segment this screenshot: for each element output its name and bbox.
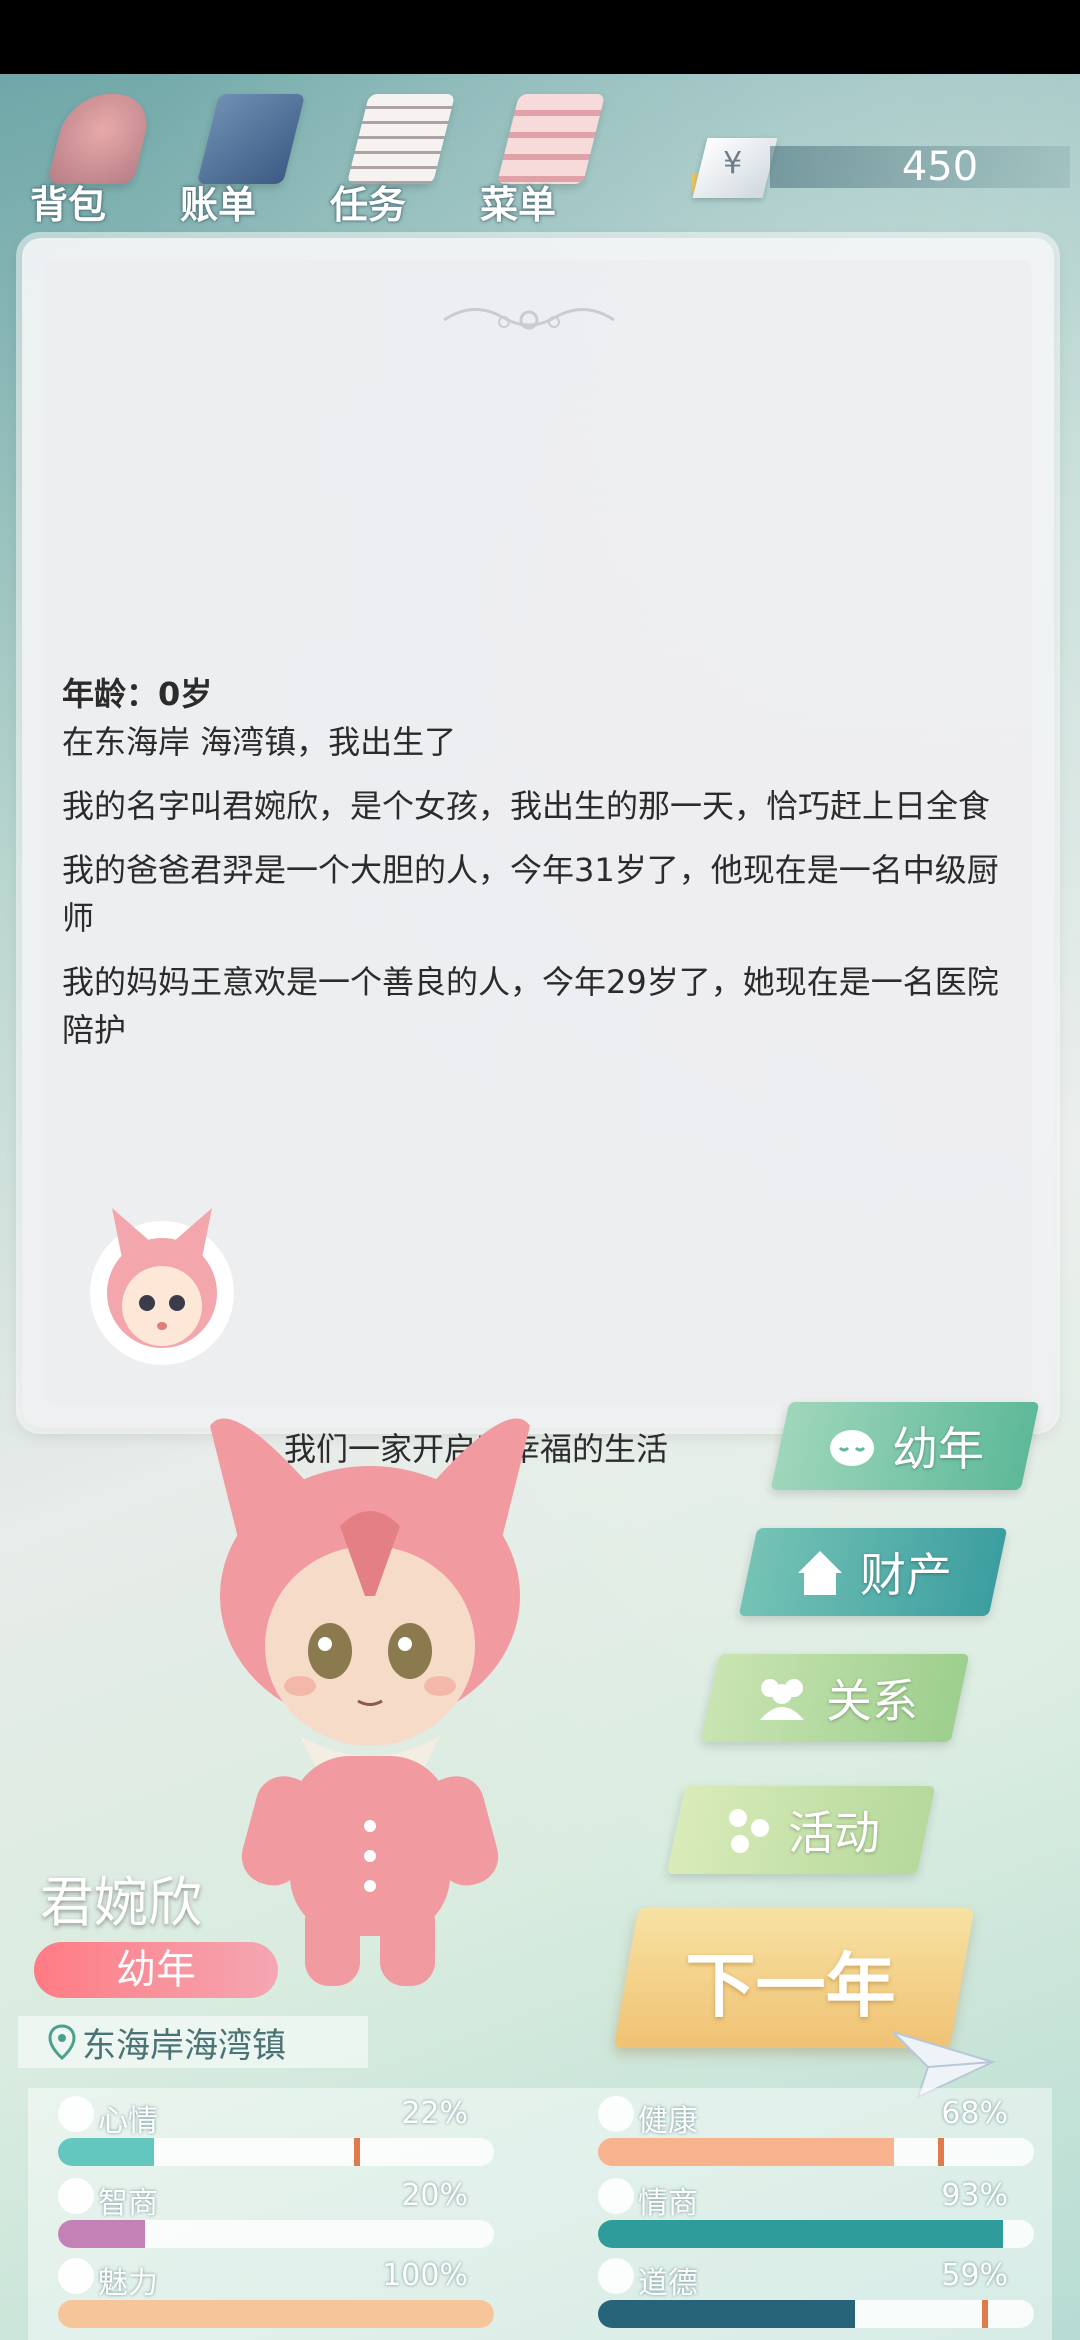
location-text: 东海岸海湾镇 xyxy=(82,2025,286,2066)
stat-bar xyxy=(58,2138,494,2166)
stat-value: 22% xyxy=(401,2096,468,2131)
stat-bar-fill xyxy=(58,2300,494,2328)
stat-marker xyxy=(938,2138,945,2166)
stat-marker xyxy=(354,2138,361,2166)
people-icon xyxy=(760,1679,804,1720)
menu-button[interactable]: 菜单 xyxy=(480,88,610,227)
stat-label: 智商 xyxy=(98,2186,158,2221)
story-text: 年龄：0岁 在东海岸 海湾镇，我出生了 我的名字叫君婉欣，是个女孩，我出生的那一… xyxy=(62,670,1022,1070)
activity-icon xyxy=(729,1809,769,1853)
task-icon xyxy=(346,94,456,184)
mood-icon xyxy=(58,2096,94,2132)
currency-icon: ¥ xyxy=(692,138,778,198)
star-icon xyxy=(58,2258,94,2294)
stat-bar xyxy=(58,2220,494,2248)
story-line: 我的爸爸君羿是一个大胆的人，今年31岁了，他现在是一名中级厨师 xyxy=(62,851,999,937)
assets-button-label: 财产 xyxy=(860,1548,952,1602)
stage-button-label: 幼年 xyxy=(892,1422,984,1476)
activities-button[interactable]: 活动 xyxy=(666,1786,936,1874)
baby-icon xyxy=(830,1430,874,1466)
stat-marker xyxy=(981,2300,988,2328)
character-name: 君婉欣 xyxy=(40,1871,202,1934)
stat-label: 魅力 xyxy=(98,2266,158,2301)
location-pin-icon xyxy=(48,2024,76,2060)
stat-mood: 心情 22% xyxy=(28,2092,494,2172)
stage-badge: 幼年 xyxy=(34,1942,278,1998)
menu-icon xyxy=(496,94,606,184)
ornament-icon xyxy=(443,308,615,330)
stat-bar-fill xyxy=(598,2220,1004,2248)
story-panel: 年龄：0岁 在东海岸 海湾镇，我出生了 我的名字叫君婉欣，是个女孩，我出生的那一… xyxy=(22,238,1054,1468)
bill-label: 账单 xyxy=(180,183,257,227)
stat-label: 心情 xyxy=(98,2104,158,2139)
stat-value: 68% xyxy=(941,2096,1008,2131)
scale-icon xyxy=(598,2258,634,2294)
stat-bar-fill xyxy=(598,2138,895,2166)
house-icon xyxy=(798,1551,842,1595)
stat-bar-fill xyxy=(58,2220,146,2248)
menu-label: 菜单 xyxy=(480,183,557,227)
stat-bar xyxy=(598,2220,1034,2248)
bill-icon xyxy=(196,94,306,184)
apple-icon xyxy=(598,2178,634,2214)
money-value: 450 xyxy=(901,144,979,190)
age-line: 年龄：0岁 xyxy=(62,675,213,713)
next-year-label: 下一年 xyxy=(685,1945,896,2027)
relations-button-label: 关系 xyxy=(826,1674,918,1728)
bag-button[interactable]: 背包 xyxy=(30,88,160,227)
task-label: 任务 xyxy=(330,183,407,227)
stat-bar xyxy=(598,2138,1034,2166)
story-line: 我的妈妈王意欢是一个善良的人，今年29岁了，她现在是一名医院陪护 xyxy=(62,963,999,1049)
activities-button-label: 活动 xyxy=(788,1806,880,1860)
stat-value: 20% xyxy=(401,2178,468,2213)
stage-button[interactable]: 幼年 xyxy=(770,1402,1040,1490)
relations-button[interactable]: 关系 xyxy=(700,1654,970,1742)
lightbulb-icon xyxy=(58,2178,94,2214)
stat-bar xyxy=(598,2300,1034,2328)
stat-label: 健康 xyxy=(638,2104,698,2139)
stat-bar-fill xyxy=(598,2300,856,2328)
stat-label: 情商 xyxy=(638,2186,698,2221)
stat-value: 100% xyxy=(382,2258,468,2293)
heart-icon xyxy=(598,2096,634,2132)
child-avatar xyxy=(90,1208,234,1365)
stat-bar xyxy=(58,2300,494,2328)
stat-charm: 魅力 100% xyxy=(28,2254,494,2334)
stat-value: 93% xyxy=(941,2178,1008,2213)
assets-button[interactable]: 财产 xyxy=(738,1528,1008,1616)
story-line: 在东海岸 海湾镇，我出生了 xyxy=(62,723,457,761)
stats-panel: 心情 22% 健康 68% 智商 20% 情商 93% 魅力 100% 道德 5… xyxy=(28,2088,1052,2340)
bag-label: 背包 xyxy=(30,183,107,227)
stat-iq: 智商 20% xyxy=(28,2174,494,2254)
stat-value: 59% xyxy=(941,2258,1008,2293)
bag-icon xyxy=(46,94,156,184)
character-figure xyxy=(210,1418,530,1986)
stat-bar-fill xyxy=(58,2138,154,2166)
bill-button[interactable]: 账单 xyxy=(180,88,310,227)
currency-symbol: ¥ xyxy=(723,146,743,181)
stat-label: 道德 xyxy=(638,2266,698,2301)
story-line: 我的名字叫君婉欣，是个女孩，我出生的那一天，恰巧赶上日全食 xyxy=(62,787,991,825)
status-bar xyxy=(0,0,1080,74)
stat-eq: 情商 93% xyxy=(568,2174,1034,2254)
task-button[interactable]: 任务 xyxy=(330,88,460,227)
location-tag: 东海岸海湾镇 xyxy=(18,2016,368,2068)
stat-health: 健康 68% xyxy=(568,2092,1034,2172)
stat-morality: 道德 59% xyxy=(568,2254,1034,2334)
